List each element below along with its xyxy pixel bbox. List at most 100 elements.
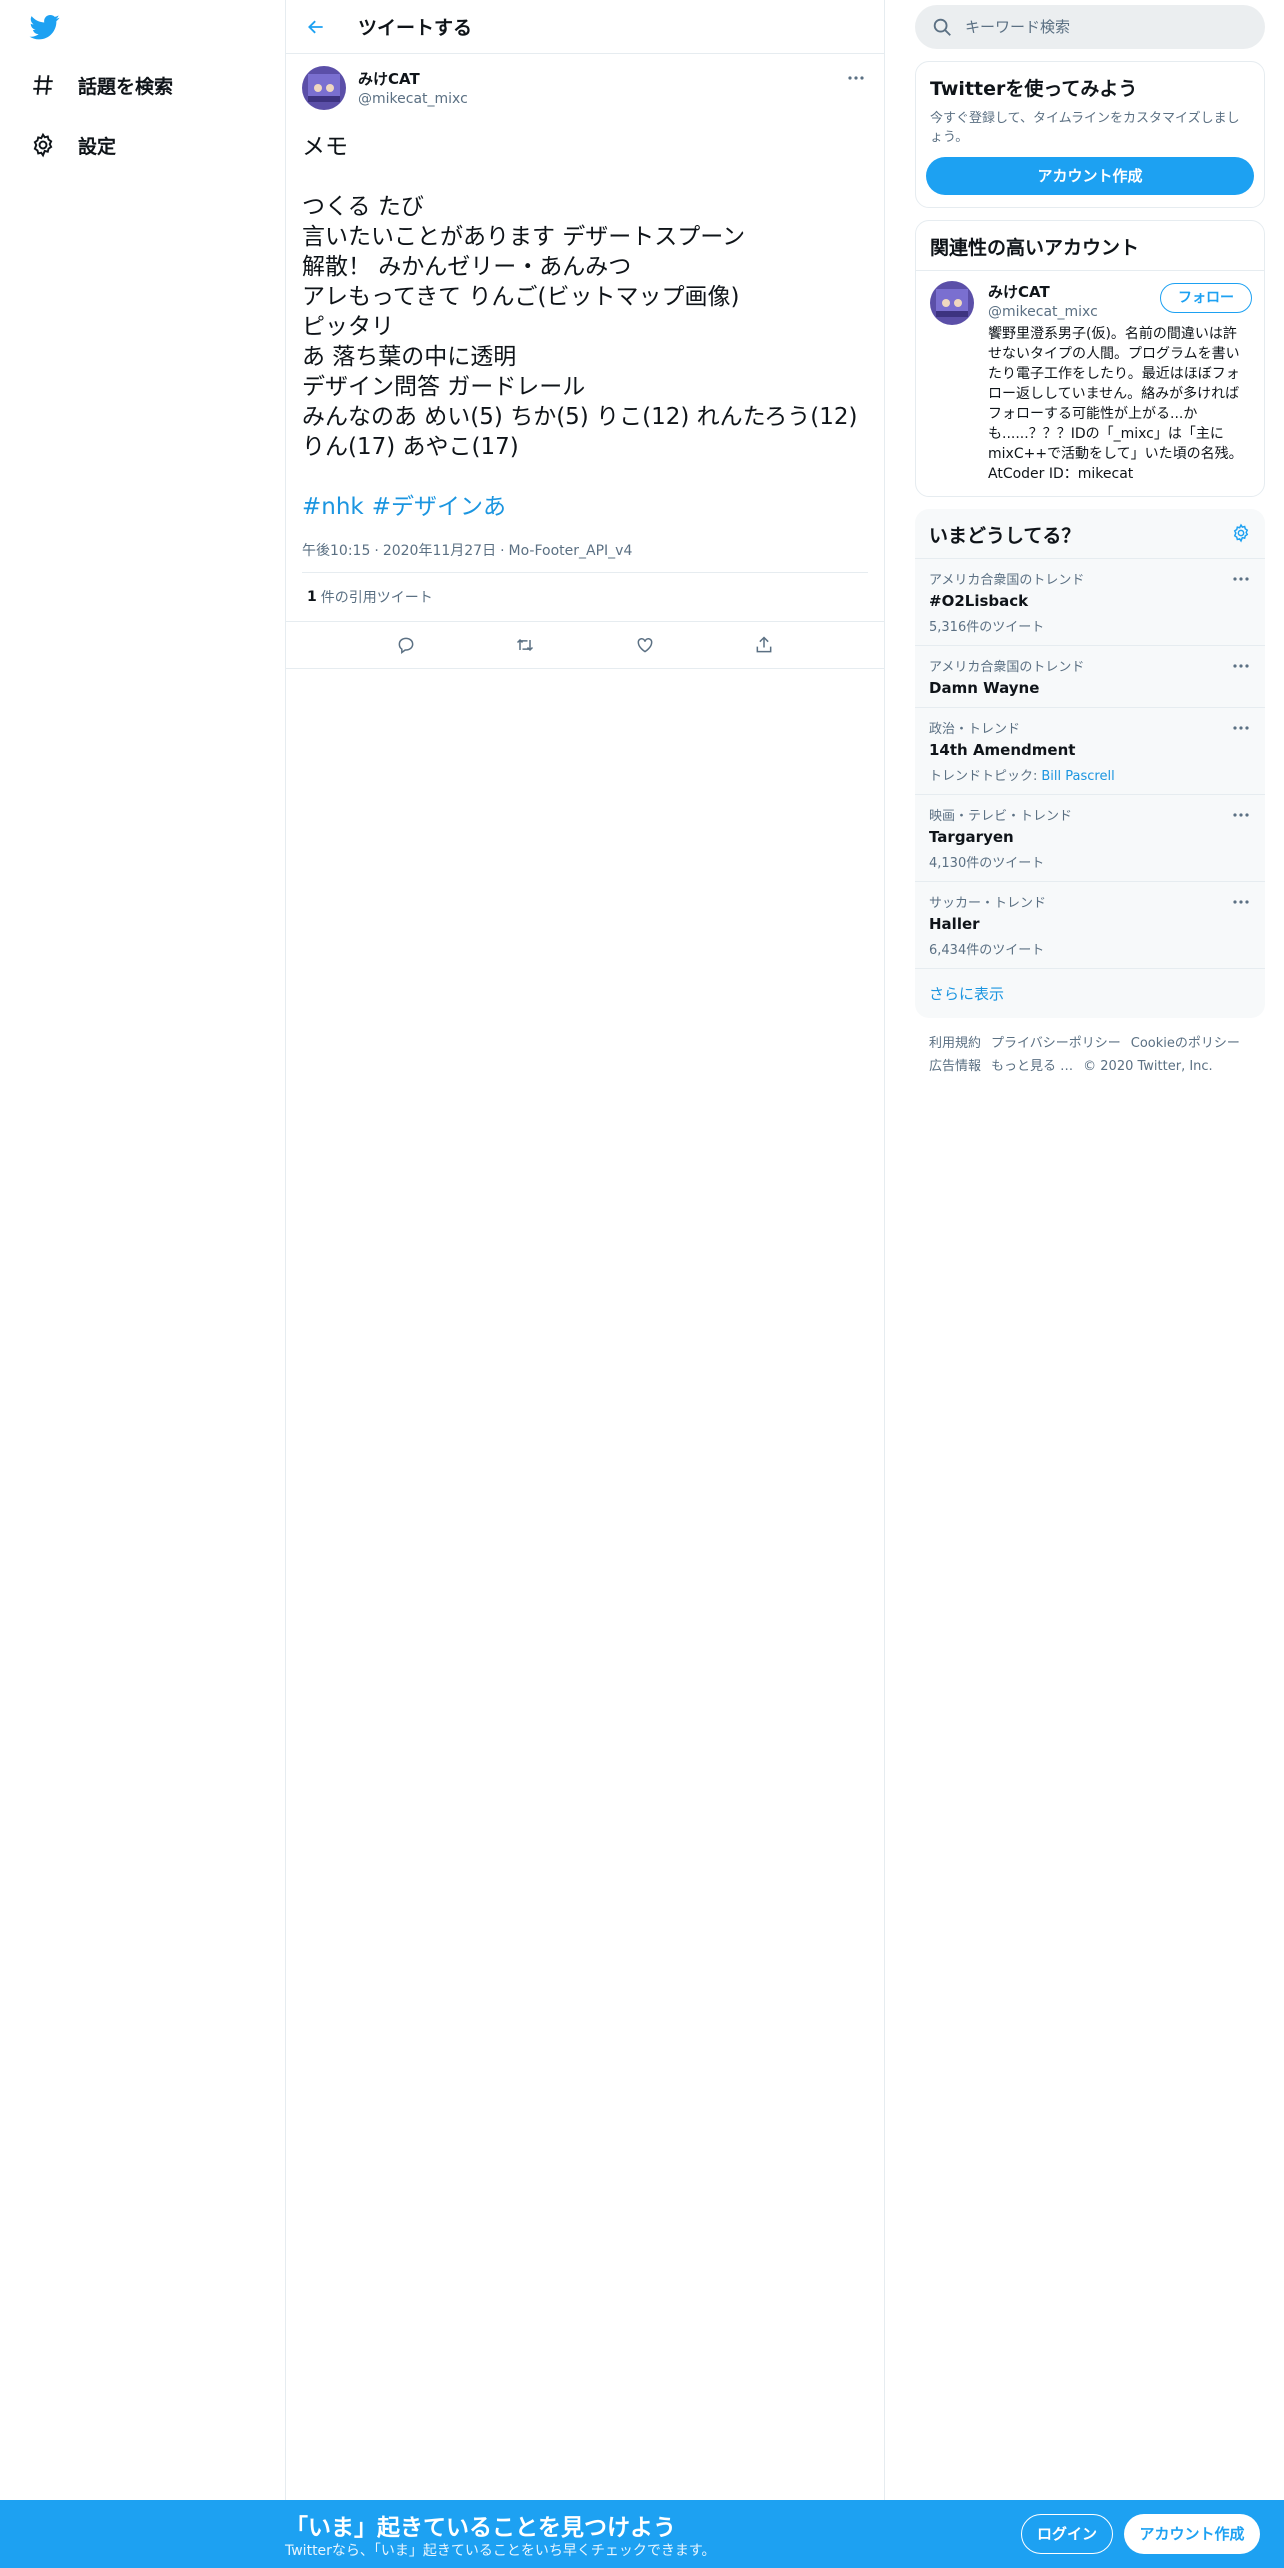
more-icon	[1233, 813, 1249, 817]
hashtag-icon	[26, 68, 60, 102]
gear-icon	[26, 128, 60, 162]
trends-card: いまどうしてる？ アメリカ合衆国のトレンド #O2Lisback 5,316件の…	[915, 509, 1265, 1018]
back-button[interactable]	[296, 7, 336, 47]
tweet-hashtags: #nhk #デザインあ	[302, 492, 868, 522]
more-icon	[1233, 664, 1249, 668]
footer-link[interactable]: Cookieのポリシー	[1131, 1036, 1240, 1051]
tweet-line: アレもってきて りんご(ビットマップ画像)	[302, 284, 740, 310]
account-row[interactable]: みけCAT @mikecat_mixc 饗野里澄系男子(仮)。名前の間違いは許せ…	[916, 271, 1264, 496]
search-input[interactable]	[965, 18, 1225, 36]
tweet-line: りん(17) あやこ(17)	[302, 434, 519, 460]
trend-name: Targaryen	[929, 828, 1014, 846]
trend-count: 4,130件のツイート	[929, 856, 1045, 871]
footer-link[interactable]: 利用規約	[929, 1036, 981, 1051]
settings-gear-icon[interactable]	[1231, 523, 1251, 547]
share-button[interactable]	[746, 627, 782, 663]
trend-topic-label: トレンドトピック:	[929, 769, 1038, 784]
nav-item-label: 話題を検索	[78, 75, 174, 98]
trend-name: Damn Wayne	[929, 679, 1040, 697]
bottom-bar-subtitle: Twitterなら、「いま」起きていることをいち早くチェックできます。	[285, 2543, 716, 2559]
tweet-line: 言いたいことがあります デザートスプーン	[302, 224, 746, 250]
trend-context: アメリカ合衆国のトレンド	[929, 660, 1085, 675]
trend-more-button[interactable]	[1227, 569, 1255, 589]
tweet-author: みけCAT @mikecat_mixc	[302, 66, 868, 116]
tweet: みけCAT @mikecat_mixc メモ つくる たび 言いたいことがありま…	[286, 54, 884, 669]
related-accounts-card: 関連性の高いアカウント みけCAT @mikecat_mixc 饗野里澄系男子(…	[915, 220, 1265, 497]
tweet-line: つくる たび	[302, 194, 424, 220]
trend-more-button[interactable]	[1227, 892, 1255, 912]
avatar[interactable]	[302, 66, 346, 110]
card-title: 関連性の高いアカウント	[916, 221, 1264, 271]
retweet-button[interactable]	[507, 627, 543, 663]
tweet-time[interactable]: 午後10:15	[302, 543, 370, 559]
tweet-line: みんなのあ めい(5) ちか(5) りこ(12) れんたろう(12)	[302, 404, 858, 430]
tweet-meta: 午後10:15 · 2020年11月27日 · Mo-Footer_API_v4	[302, 543, 633, 559]
trend-more-button[interactable]	[1227, 805, 1255, 825]
retweet-icon	[517, 638, 534, 652]
twitter-bird-icon[interactable]	[28, 12, 62, 42]
copyright: © 2020 Twitter, Inc.	[1083, 1059, 1213, 1074]
trend-context: 政治・トレンド	[929, 722, 1021, 737]
account-bio: 饗野里澄系男子(仮)。名前の間違いは許せないタイプの人間。プログラムを書いたり電…	[988, 326, 1243, 482]
signup-card: Twitterを使ってみよう 今すぐ登録して、タイムラインをカスタマイズしましょ…	[915, 61, 1265, 208]
trend-more-button[interactable]	[1227, 718, 1255, 738]
hashtag-link[interactable]: #nhk	[302, 494, 364, 520]
create-account-button[interactable]: アカウント作成	[926, 157, 1254, 195]
follow-button[interactable]: フォロー	[1160, 283, 1252, 313]
tweet-line: メモ	[302, 134, 348, 160]
sidebar-right: Twitterを使ってみよう 今すぐ登録して、タイムラインをカスタマイズしましょ…	[915, 0, 1265, 1078]
footer-link[interactable]: もっと見る …	[991, 1059, 1073, 1074]
show-more-link[interactable]: さらに表示	[915, 969, 1265, 1018]
trend-more-button[interactable]	[1227, 656, 1255, 676]
search-icon	[933, 18, 951, 36]
tweet-source: Mo-Footer_API_v4	[508, 543, 633, 559]
tweet-text: メモ つくる たび 言いたいことがあります デザートスプーン 解散！ みかんゼリ…	[302, 132, 868, 462]
reply-button[interactable]	[388, 627, 424, 663]
author-handle[interactable]: @mikecat_mixc	[358, 91, 468, 107]
like-button[interactable]	[627, 627, 663, 663]
trend-item[interactable]: 映画・テレビ・トレンド Targaryen 4,130件のツイート	[915, 795, 1265, 882]
main-column: ツイートする みけCAT @mikecat_mixc メモ つくる たび 言いた…	[285, 0, 885, 2500]
more-options-button[interactable]	[842, 68, 870, 88]
trend-name: #O2Lisback	[929, 592, 1029, 610]
nav-item-label: 設定	[78, 135, 117, 158]
trend-item[interactable]: 政治・トレンド 14th Amendment トレンドトピック: Bill Pas…	[915, 708, 1265, 795]
trend-context: アメリカ合衆国のトレンド	[929, 573, 1085, 588]
footer-link[interactable]: プライバシーポリシー	[991, 1036, 1121, 1051]
nav-item-settings[interactable]: 設定	[26, 123, 116, 167]
more-icon	[1233, 577, 1249, 581]
trend-item[interactable]: サッカー・トレンド Haller 6,434件のツイート	[915, 882, 1265, 969]
avatar[interactable]	[930, 281, 974, 325]
tweet-actions	[286, 621, 884, 669]
tweet-line	[302, 162, 868, 192]
trend-context: 映画・テレビ・トレンド	[929, 809, 1073, 824]
signup-button[interactable]: アカウント作成	[1124, 2514, 1260, 2554]
trend-name: Haller	[929, 915, 980, 933]
nav-item-explore[interactable]: 話題を検索	[26, 63, 173, 107]
tweet-line: あ 落ち葉の中に透明	[302, 344, 517, 370]
trend-item[interactable]: アメリカ合衆国のトレンド Damn Wayne	[915, 646, 1265, 708]
footer-link[interactable]: 広告情報	[929, 1059, 981, 1074]
more-icon	[1233, 900, 1249, 904]
trend-topic-link[interactable]: Bill Pascrell	[1041, 769, 1114, 784]
hashtag-link[interactable]: #デザインあ	[372, 494, 506, 520]
more-icon	[1233, 726, 1249, 730]
trend-item[interactable]: アメリカ合衆国のトレンド #O2Lisback 5,316件のツイート	[915, 559, 1265, 646]
trend-name: 14th Amendment	[929, 741, 1076, 759]
heart-icon	[637, 637, 653, 653]
author-name[interactable]: みけCAT	[358, 68, 468, 89]
quote-tweets-link[interactable]: 1 件の引用ツイート	[302, 573, 868, 621]
tweet-date[interactable]: 2020年11月27日	[383, 543, 496, 559]
share-icon	[756, 636, 772, 653]
tweet-line: 解散！ みかんゼリー・あんみつ	[302, 254, 632, 280]
quote-count: 1	[307, 589, 317, 605]
trend-count: 5,316件のツイート	[929, 620, 1045, 635]
arrow-left-icon	[308, 20, 323, 33]
reply-icon	[398, 637, 414, 654]
footer-links: 利用規約 プライバシーポリシー Cookieのポリシー 広告情報 もっと見る … © 2…	[915, 1032, 1265, 1078]
login-button[interactable]: ログイン	[1021, 2514, 1113, 2554]
card-title: いまどうしてる？	[929, 525, 1081, 547]
trend-count: 6,434件のツイート	[929, 943, 1045, 958]
trend-context: サッカー・トレンド	[929, 896, 1047, 911]
search-bar[interactable]	[915, 5, 1265, 49]
